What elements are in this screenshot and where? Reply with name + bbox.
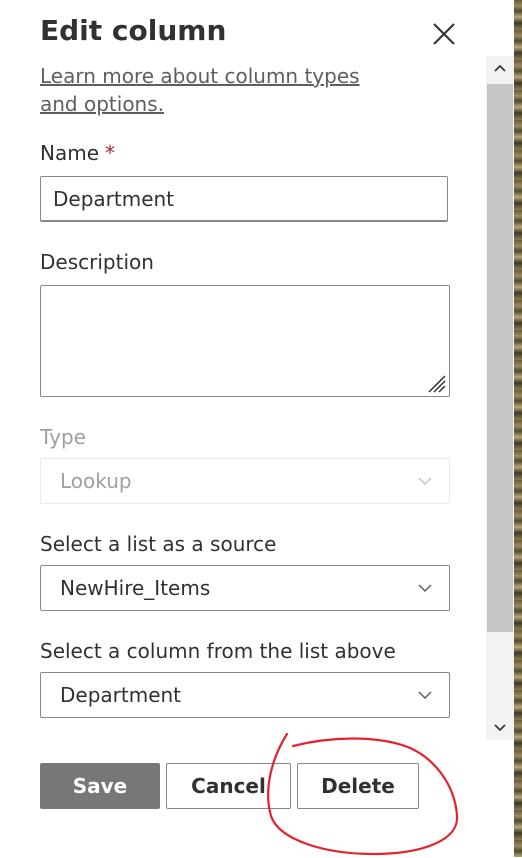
name-label-text: Name <box>40 141 100 165</box>
chevron-up-icon <box>494 64 506 72</box>
name-field[interactable]: Department <box>40 176 448 222</box>
description-label: Description <box>40 250 154 274</box>
resize-grip-icon[interactable] <box>425 372 447 394</box>
type-dropdown: Lookup <box>40 458 450 504</box>
panel-title: Edit column <box>40 14 227 47</box>
edit-column-panel: Edit column Learn more about column type… <box>0 0 486 827</box>
background-texture <box>514 0 522 857</box>
scroll-thumb[interactable] <box>487 84 513 632</box>
required-marker: * <box>105 141 116 165</box>
source-list-dropdown[interactable]: NewHire_Items <box>40 565 450 611</box>
close-button[interactable] <box>428 18 460 50</box>
source-list-label: Select a list as a source <box>40 532 277 556</box>
chevron-down-icon <box>418 584 432 593</box>
delete-button[interactable]: Delete <box>297 763 419 809</box>
panel-scrollbar[interactable] <box>486 56 514 740</box>
type-label: Type <box>40 425 86 449</box>
name-label: Name * <box>40 141 115 165</box>
learn-more-link[interactable]: Learn more about column types and option… <box>40 62 400 118</box>
scroll-up-button[interactable] <box>486 56 514 80</box>
description-field[interactable] <box>40 285 450 397</box>
save-button[interactable]: Save <box>40 763 160 809</box>
chevron-down-icon <box>418 691 432 700</box>
type-dropdown-value: Lookup <box>60 469 132 493</box>
source-column-label: Select a column from the list above <box>40 639 396 663</box>
chevron-down-icon <box>418 477 432 486</box>
source-column-value: Department <box>60 683 182 707</box>
chevron-down-icon <box>494 724 506 732</box>
cancel-button[interactable]: Cancel <box>166 763 291 809</box>
source-column-dropdown[interactable]: Department <box>40 672 450 718</box>
scroll-down-button[interactable] <box>486 716 514 740</box>
source-list-value: NewHire_Items <box>60 576 211 600</box>
close-icon <box>433 23 455 45</box>
